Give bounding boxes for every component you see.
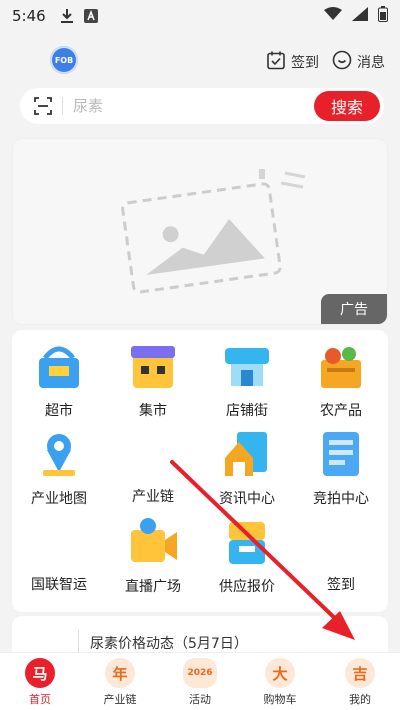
news-center-icon	[221, 428, 273, 480]
grid-item-signin[interactable]: 签到	[294, 506, 388, 594]
grid-item-label: 竞拍中心	[313, 491, 369, 507]
grid-item-label: 资讯中心	[219, 491, 275, 507]
search-button[interactable]: 搜索	[314, 91, 380, 121]
app-logo[interactable]: FOB	[50, 46, 78, 74]
grid-item-news-center[interactable]: 资讯中心	[200, 418, 294, 507]
nav-label: 活动	[189, 693, 211, 706]
supply-quote-icon	[221, 516, 273, 568]
nav-mine[interactable]: 吉 我的	[320, 653, 400, 710]
status-bar: 5:46	[0, 0, 400, 32]
bottom-nav: 马 首页 年 产业链 2026 活动 大 购物车 吉 我的	[0, 652, 400, 710]
grid-item-label: 集市	[139, 403, 167, 419]
grid-item-label: 农产品	[320, 403, 362, 419]
nav-cart[interactable]: 大 购物车	[240, 653, 320, 710]
industry-chain-nav-icon: 年	[105, 658, 135, 688]
grid-item-logistics[interactable]: 国联智运	[12, 506, 106, 594]
signin-icon	[315, 516, 367, 566]
auction-center-icon	[315, 428, 367, 480]
wifi-icon	[324, 7, 342, 25]
live-plaza-icon	[127, 516, 179, 568]
signin-label: 签到	[291, 55, 319, 71]
message-smile-icon	[332, 50, 352, 74]
profile-icon: 吉	[345, 658, 375, 688]
grid-item-label: 产业链	[132, 489, 174, 505]
ad-banner[interactable]: 广告	[12, 138, 388, 325]
grid-item-label: 直播广场	[125, 579, 181, 595]
industry-map-icon	[33, 428, 85, 480]
signal-icon	[352, 7, 368, 25]
shop-street-icon	[221, 340, 273, 392]
grid-item-supply-quote[interactable]: 供应报价	[200, 506, 294, 595]
logo-text: FOB	[54, 55, 74, 65]
app-notification-icon	[83, 9, 98, 23]
grid-item-industry-map[interactable]: 产业地图	[12, 418, 106, 507]
scan-icon[interactable]	[34, 97, 52, 115]
nav-activity[interactable]: 2026 活动	[160, 653, 240, 710]
nav-industry-chain[interactable]: 年 产业链	[80, 653, 160, 710]
farm-products-icon	[315, 340, 367, 392]
home-icon-text: 马	[32, 664, 48, 683]
home-icon: 马	[25, 658, 55, 688]
profile-icon-text: 吉	[352, 664, 368, 683]
grid-item-live-plaza[interactable]: 直播广场	[106, 506, 200, 595]
cart-icon: 大	[265, 658, 295, 688]
grid-item-label: 签到	[327, 577, 355, 593]
grid-item-auction-center[interactable]: 竞拍中心	[294, 418, 388, 507]
price-news-title: 尿素价格动态（5月7日）	[90, 636, 248, 652]
search-divider	[62, 97, 63, 115]
header: FOB 签到 消息	[0, 40, 400, 82]
ad-tag: 广告	[321, 294, 387, 324]
grid-item-label: 超市	[45, 403, 73, 419]
search-bar: 搜索	[20, 88, 384, 124]
grid-item-market[interactable]: 集市	[106, 330, 200, 419]
market-icon	[127, 340, 179, 392]
signin-button[interactable]: 签到	[266, 50, 319, 74]
grid-item-label: 产业地图	[31, 491, 87, 507]
grid-item-farm-products[interactable]: 农产品	[294, 330, 388, 419]
industry-chain-icon-text: 年	[112, 664, 128, 683]
calendar-check-icon	[266, 50, 286, 74]
grid-item-label: 店铺街	[226, 403, 268, 419]
messages-label: 消息	[357, 55, 385, 71]
activity-icon-text: 2026	[187, 668, 213, 678]
grid-item-label: 供应报价	[219, 579, 275, 595]
nav-label: 购物车	[263, 693, 297, 706]
grid-item-shop-street[interactable]: 店铺街	[200, 330, 294, 419]
messages-button[interactable]: 消息	[332, 50, 385, 74]
activity-icon: 2026	[183, 658, 217, 688]
grid-item-supermarket[interactable]: 超市	[12, 330, 106, 419]
supermarket-icon	[33, 340, 85, 392]
grid-item-label: 国联智运	[31, 577, 87, 593]
battery-icon	[378, 6, 388, 26]
cart-icon-text: 大	[272, 664, 288, 683]
nav-label: 我的	[349, 693, 371, 706]
nav-label: 首页	[29, 693, 51, 706]
download-icon	[60, 8, 74, 24]
industry-chain-icon	[127, 428, 179, 478]
status-time: 5:46	[12, 7, 46, 25]
nav-label: 产业链	[103, 693, 137, 706]
grid-item-industry-chain[interactable]: 产业链	[106, 418, 200, 506]
nav-home[interactable]: 马 首页	[0, 653, 80, 710]
feature-grid: 超市 集市 店铺街 农产品 产业地图 产业链 资讯中心 竞拍中心 国联智运 直播…	[12, 330, 388, 612]
logistics-icon	[33, 516, 85, 566]
